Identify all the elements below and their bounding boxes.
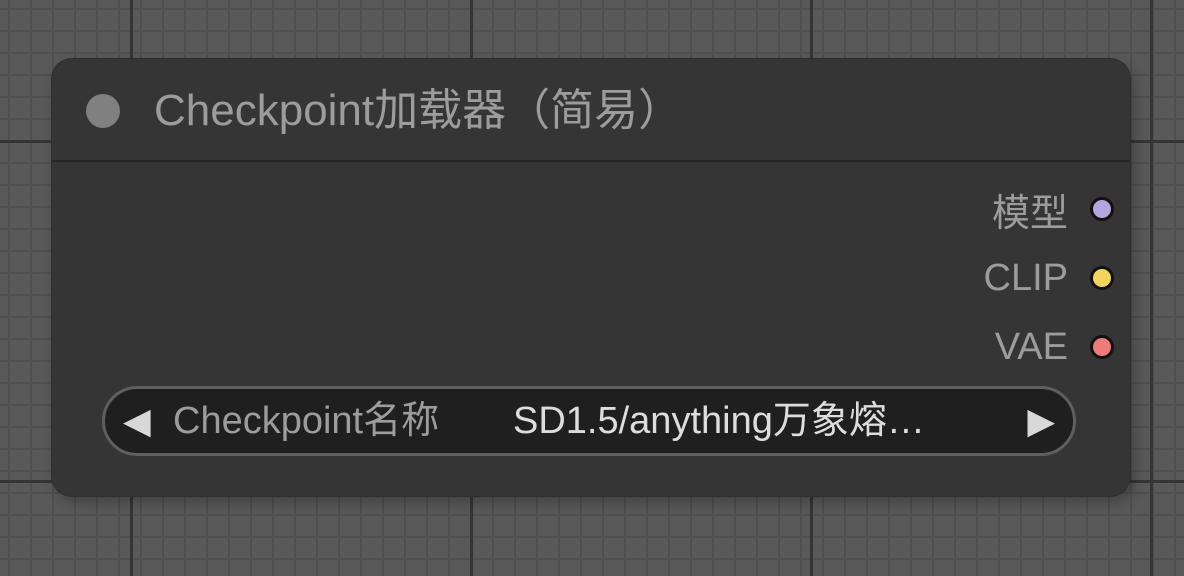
output-vae-label: VAE bbox=[994, 325, 1068, 368]
combo-label: Checkpoint名称 bbox=[173, 400, 440, 442]
output-model-slot-icon[interactable] bbox=[1090, 197, 1114, 221]
output-vae: VAE bbox=[994, 325, 1114, 368]
output-clip-slot-icon[interactable] bbox=[1090, 266, 1114, 290]
node-header[interactable]: Checkpoint加载器（简易） bbox=[52, 59, 1130, 162]
checkpoint-loader-node[interactable]: Checkpoint加载器（简易） 模型 CLIP VAE ◀ Checkpoi… bbox=[52, 59, 1130, 496]
output-model: 模型 bbox=[992, 189, 1114, 235]
output-vae-slot-icon[interactable] bbox=[1090, 335, 1114, 359]
checkpoint-name-combo[interactable]: ◀ Checkpoint名称 SD1.5/anything万象熔… ▶ bbox=[102, 386, 1076, 456]
output-model-label: 模型 bbox=[991, 192, 1068, 235]
next-arrow-icon[interactable]: ▶ bbox=[1027, 399, 1055, 443]
combo-value[interactable]: SD1.5/anything万象熔… bbox=[513, 399, 963, 443]
collapse-toggle-icon[interactable] bbox=[86, 94, 120, 128]
previous-arrow-icon[interactable]: ◀ bbox=[123, 399, 151, 443]
output-clip: CLIP bbox=[983, 256, 1114, 299]
node-title: Checkpoint加载器（简易） bbox=[154, 86, 683, 135]
output-clip-label: CLIP bbox=[983, 256, 1068, 299]
